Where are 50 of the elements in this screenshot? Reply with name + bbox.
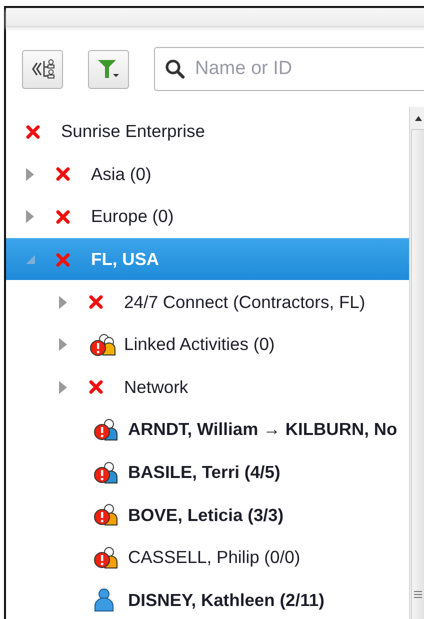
tree-item-label: Sunrise Enterprise (61, 122, 205, 142)
tree-item-label: 24/7 Connect (Contractors, FL) (124, 292, 366, 312)
tree-item[interactable]: Linked Activities (0) (6, 322, 409, 366)
tree-item[interactable]: Asia (0) (6, 152, 409, 196)
search-icon (165, 59, 185, 79)
tree-item[interactable]: Europe (0) (6, 195, 409, 238)
expand-caret-icon[interactable] (59, 380, 67, 394)
scroll-up-arrow-icon[interactable] (414, 116, 422, 120)
expand-caret-icon[interactable] (59, 296, 67, 309)
tree-item-label: BOVE, Leticia (3/3) (128, 506, 284, 525)
tree-item-label: BASILE, Terri (4/5) (128, 462, 280, 482)
tree-item-label: Network (124, 378, 188, 397)
scroll-grip-icon[interactable] (414, 591, 422, 598)
filter-icon (96, 58, 120, 80)
tree-item-label: ARNDT, William → KILBURN, No (128, 420, 398, 440)
tree-item[interactable]: Network (6, 366, 409, 408)
collapse-tree-button[interactable] (22, 50, 63, 88)
filter-button[interactable] (88, 50, 129, 88)
collapse-caret-icon[interactable] (26, 255, 35, 264)
tree-item[interactable]: CASSELL, Philip (0/0) (6, 536, 409, 579)
group-alert-icon (89, 332, 117, 357)
expand-caret-icon[interactable] (59, 338, 67, 352)
expand-caret-icon[interactable] (26, 168, 34, 181)
tree-item[interactable]: 24/7 Connect (Contractors, FL) (6, 280, 409, 323)
error-cross-icon (89, 380, 103, 394)
tree-item-label: Linked Activities (0) (124, 335, 275, 354)
tree-item-label: Asia (0) (91, 164, 152, 184)
error-cross-icon (89, 295, 103, 310)
person-alert-icon (93, 546, 119, 570)
tree-item[interactable]: BOVE, Leticia (3/3) (6, 493, 409, 536)
expand-caret-icon[interactable] (26, 210, 34, 224)
scrollbar[interactable] (409, 107, 424, 619)
search-bar[interactable]: Name or ID (154, 47, 424, 91)
person-alert-icon (93, 418, 119, 442)
error-cross-icon (56, 252, 70, 267)
error-cross-icon (56, 210, 70, 224)
person-alert-icon (93, 460, 119, 485)
error-cross-icon (26, 124, 40, 139)
tree-item-label: FL, USA (91, 250, 160, 270)
tree-item[interactable]: BASILE, Terri (4/5) (6, 450, 409, 494)
tree-item[interactable]: Sunrise Enterprise (6, 110, 409, 153)
collapse-hierarchy-icon (30, 58, 56, 80)
tree-item-label: CASSELL, Philip (0/0) (128, 548, 300, 568)
tree-item-label: Europe (0) (91, 207, 174, 227)
error-cross-icon (56, 167, 70, 182)
person-alert-icon (93, 503, 119, 528)
person-icon (93, 588, 115, 612)
tree-item[interactable]: DISNEY, Kathleen (2/11) (6, 578, 409, 619)
tree-item-label: DISNEY, Kathleen (2/11) (128, 590, 324, 610)
tree-item[interactable]: ARNDT, William → KILBURN, No (6, 408, 409, 451)
